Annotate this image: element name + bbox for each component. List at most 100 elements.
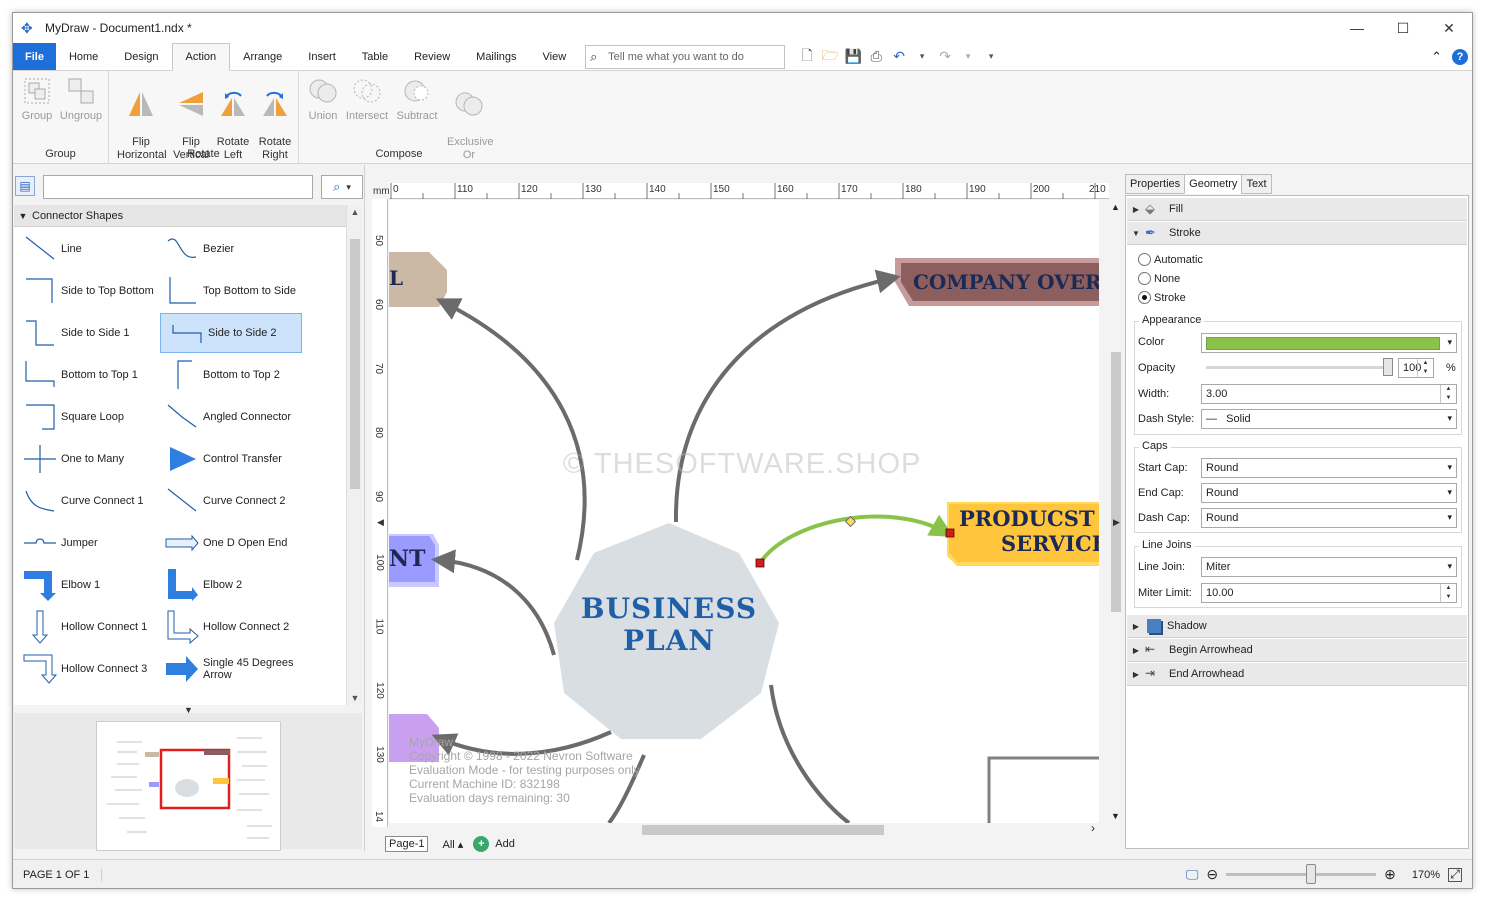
shape-elbow-2[interactable]: Elbow 2 <box>156 565 298 605</box>
collapse-left-panel-icon[interactable]: ◀ <box>377 517 384 528</box>
dash-cap-select[interactable]: Round ▾ <box>1201 508 1457 528</box>
section-stroke[interactable]: ▼ ✒ Stroke <box>1127 222 1467 245</box>
tab-view[interactable]: View <box>530 43 580 70</box>
shape-search-input[interactable] <box>43 175 313 199</box>
canvas-horizontal-scrollbar[interactable]: › <box>389 821 1099 835</box>
open-folder-icon[interactable]: 🗁 <box>820 45 840 69</box>
section-shadow[interactable]: ▶ Shadow <box>1127 615 1467 638</box>
line-join-select[interactable]: Miter ▾ <box>1201 557 1457 577</box>
tab-review[interactable]: Review <box>401 43 463 70</box>
page-tab-page-1[interactable]: Page-1 <box>385 836 429 852</box>
zoom-out-icon[interactable]: ⊖ <box>1206 866 1218 883</box>
partial-rectangle-shape[interactable] <box>987 756 1099 823</box>
scroll-right-icon[interactable]: › <box>1091 821 1095 835</box>
radio-button[interactable] <box>1138 272 1151 285</box>
selection-handle-end[interactable] <box>945 528 955 538</box>
help-icon[interactable]: ? <box>1452 49 1468 65</box>
shape-hollow-connect-3[interactable]: Hollow Connect 3 <box>14 649 156 689</box>
save-icon[interactable]: 💾 <box>843 48 863 65</box>
section-fill[interactable]: ▶ ⬙ Fill <box>1127 198 1467 221</box>
canvas-hscroll-thumb[interactable] <box>642 825 884 835</box>
redo-dropdown-icon[interactable]: ▾ <box>958 51 978 62</box>
redo-icon[interactable]: ↷ <box>935 48 955 65</box>
opacity-slider-thumb[interactable] <box>1383 358 1393 376</box>
tab-geometry[interactable]: Geometry <box>1184 174 1243 194</box>
shape-hollow-connect-2[interactable]: Hollow Connect 2 <box>156 607 298 647</box>
opacity-spinner[interactable]: 100 ▲ ▼ <box>1398 358 1434 378</box>
tab-mailings[interactable]: Mailings <box>463 43 529 70</box>
shape-curve-connect-1[interactable]: Curve Connect 1 <box>14 481 156 521</box>
scroll-thumb[interactable] <box>350 239 360 489</box>
shape-angled-connector[interactable]: Angled Connector <box>156 397 298 437</box>
dash-style-select[interactable]: — Solid ▾ <box>1201 409 1457 429</box>
shape-one-to-many[interactable]: One to Many <box>14 439 156 479</box>
ungroup-button[interactable]: Ungroup <box>59 75 103 123</box>
canvas-vertical-scrollbar[interactable]: ▲ ▼ <box>1110 200 1122 823</box>
stroke-option-none[interactable]: None <box>1138 272 1180 285</box>
preview-sheet[interactable] <box>96 721 281 851</box>
zoom-in-icon[interactable]: ⊕ <box>1384 866 1396 883</box>
union-button[interactable]: Union <box>301 75 345 123</box>
stroke-option-automatic[interactable]: Automatic <box>1138 253 1203 266</box>
collapse-ribbon-icon[interactable]: ⌃ <box>1431 49 1442 65</box>
shape-jumper[interactable]: Jumper <box>14 523 156 563</box>
shape-line[interactable]: Line <box>14 229 156 269</box>
scroll-down-icon[interactable]: ▼ <box>347 693 363 703</box>
all-pages-button[interactable]: All ▴ <box>442 838 463 851</box>
stroke-option-stroke[interactable]: Stroke <box>1138 291 1186 304</box>
add-page-icon[interactable]: + <box>473 836 490 852</box>
undo-dropdown-icon[interactable]: ▾ <box>912 51 932 62</box>
minimize-button[interactable]: — <box>1334 13 1380 43</box>
shape-one-d-open-end[interactable]: One D Open End <box>156 523 298 563</box>
opacity-slider[interactable] <box>1206 366 1384 369</box>
tell-me-box[interactable]: ⌕ Tell me what you want to do <box>585 45 786 69</box>
group-button[interactable]: Group <box>15 75 59 123</box>
maximize-button[interactable]: ☐ <box>1380 13 1426 43</box>
section-end-arrowhead[interactable]: ▶ ⇥ End Arrowhead <box>1127 663 1467 686</box>
tab-home[interactable]: Home <box>56 43 111 70</box>
spinner-arrows-icon[interactable]: ▲ ▼ <box>1440 385 1456 403</box>
miter-limit-spinner[interactable]: 10.00 ▲ ▼ <box>1201 583 1457 603</box>
start-cap-select[interactable]: Round ▾ <box>1201 458 1457 478</box>
subtract-button[interactable]: Subtract <box>395 75 439 123</box>
zoom-slider[interactable] <box>1226 864 1377 884</box>
tab-text[interactable]: Text <box>1241 174 1272 194</box>
zoom-level[interactable]: 170% <box>1412 869 1440 881</box>
shape-curve-connect-2[interactable]: Curve Connect 2 <box>156 481 298 521</box>
section-begin-arrowhead[interactable]: ▶ ⇤ Begin Arrowhead <box>1127 639 1467 662</box>
tab-design[interactable]: Design <box>111 43 171 70</box>
scroll-up-icon[interactable]: ▲ <box>347 207 363 217</box>
tab-table[interactable]: Table <box>349 43 401 70</box>
radio-button-checked[interactable] <box>1138 291 1151 304</box>
shape-hollow-connect-1[interactable]: Hollow Connect 1 <box>14 607 156 647</box>
full-screen-icon[interactable]: ⤢ <box>1448 867 1462 882</box>
new-document-icon[interactable]: 🗋 <box>797 45 817 69</box>
spinner-arrows-icon[interactable]: ▲ ▼ <box>1440 584 1456 602</box>
close-button[interactable]: ✕ <box>1426 13 1472 43</box>
tab-arrange[interactable]: Arrange <box>230 43 295 70</box>
shape-gallery-scrollbar[interactable]: ▲ ▼ <box>346 205 362 705</box>
shape-control-transfer[interactable]: Control Transfer <box>156 439 298 479</box>
zoom-slider-thumb[interactable] <box>1305 864 1316 884</box>
add-page-button[interactable]: Add <box>495 838 515 850</box>
connector-to-left-mid[interactable] <box>431 549 556 656</box>
shape-bottom-to-top-1[interactable]: Bottom to Top 1 <box>14 355 156 395</box>
undo-icon[interactable]: ↶ <box>889 48 909 65</box>
shape-side-to-side-2[interactable]: Side to Side 2 <box>160 313 302 353</box>
shape-bezier[interactable]: Bezier <box>156 229 298 269</box>
drawing-canvas[interactable]: BUSINESS PLAN COMPANY OVERVI PRODUCST A … <box>389 200 1099 823</box>
canvas-vscroll-thumb[interactable] <box>1111 352 1121 612</box>
spinner-arrows-icon[interactable]: ▲ ▼ <box>1417 359 1433 377</box>
color-picker[interactable]: ▾ <box>1201 333 1457 353</box>
tab-action[interactable]: Action <box>171 43 231 71</box>
connector-down-right[interactable] <box>769 684 851 823</box>
fit-to-screen-icon[interactable]: 🖵 <box>1186 867 1199 883</box>
intersect-button[interactable]: Intersect <box>345 75 389 123</box>
end-cap-select[interactable]: Round ▾ <box>1201 483 1457 503</box>
scroll-down-icon[interactable]: ▼ <box>1111 811 1120 821</box>
shape-search-button[interactable]: ⌕ ▾ <box>321 175 363 199</box>
selection-handle-start[interactable] <box>755 558 765 568</box>
tab-properties[interactable]: Properties <box>1125 174 1186 194</box>
shape-elbow-1[interactable]: Elbow 1 <box>14 565 156 605</box>
shape-top-bottom-to-side[interactable]: Top Bottom to Side <box>156 271 298 311</box>
